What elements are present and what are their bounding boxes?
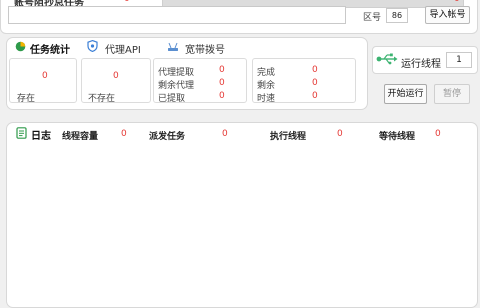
area-code-label: 区号 [363,13,382,23]
log-icon [16,127,27,139]
tab-proxy-api[interactable]: 代理API [105,41,141,56]
threads-label: 运行线程 [401,59,441,70]
pause-button[interactable]: 暂停 [434,84,470,104]
running-threads-label: 执行线程 [270,132,307,142]
dispatched-tasks-label: 派发任务 [149,132,186,142]
proxy-extracted-label: 已提取 [158,94,186,104]
threads-input[interactable]: 1 [446,52,472,68]
not-exist-value: 0 [113,71,119,81]
waiting-threads-value: 0 [435,129,441,139]
usb-icon [376,53,398,65]
tab-broadband-dial[interactable]: 宽带拨号 [185,41,225,56]
thread-capacity-label: 线程容量 [62,132,99,142]
pie-chart-icon [15,41,26,52]
dispatched-tasks-value: 0 [222,129,228,139]
proxy-remaining-value: 0 [219,78,225,88]
exist-label: 存在 [17,94,36,104]
log-output-area[interactable] [8,142,474,298]
remaining-label: 剩余 [257,81,276,91]
remaining-value: 0 [312,78,318,88]
running-threads-value: 0 [337,129,343,139]
tab-task-stats[interactable]: 任务统计 [30,41,70,56]
not-exist-label: 不存在 [88,94,116,104]
shield-icon [87,40,98,52]
speed-value: 0 [312,91,318,101]
proxy-extracted-value: 0 [219,91,225,101]
proxy-remaining-label: 剩余代理 [158,81,195,91]
account-right-value: 0 [454,0,460,4]
start-button[interactable]: 开始运行 [384,84,427,104]
log-title: 日志 [31,131,51,142]
import-accounts-button[interactable]: 导入帐号 [425,6,470,24]
exist-value: 0 [42,71,48,81]
done-label: 完成 [257,68,276,78]
thread-capacity-value: 0 [121,129,127,139]
broadband-icon [168,42,178,51]
area-code-input[interactable]: 86 [386,8,408,23]
proxy-extract-label: 代理提取 [158,68,195,78]
proxy-extract-value: 0 [219,65,225,75]
account-path-input[interactable] [8,6,346,24]
done-value: 0 [312,65,318,75]
speed-label: 时速 [257,94,276,104]
waiting-threads-label: 等待线程 [379,132,416,142]
account-task-count: 0 [124,0,130,4]
